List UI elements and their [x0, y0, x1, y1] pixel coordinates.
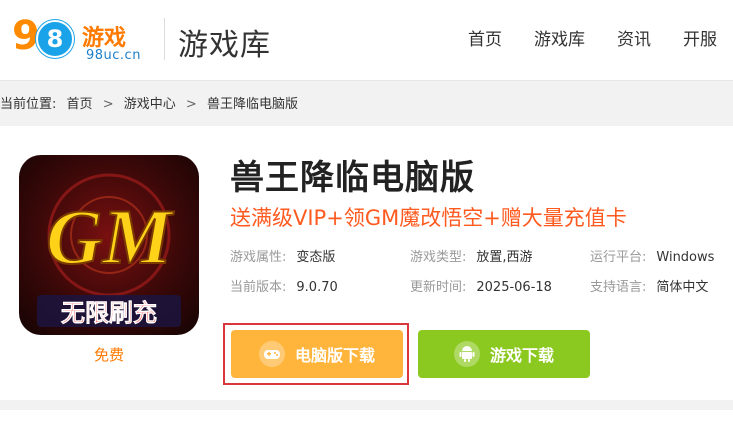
game-app-icon: GM 无限刷充 [19, 155, 199, 335]
attribute-update-time: 更新时间: 2025-06-18 [410, 280, 552, 295]
breadcrumb-prefix: 当前位置: [0, 97, 57, 112]
promo-text: 送满级VIP+领GM魔改悟空+赠大量充值卡 [230, 206, 627, 230]
attribute-game-type: 游戏类型: 放置,西游 [410, 250, 533, 265]
price-label: 免费 [93, 346, 124, 364]
breadcrumb-separator: > [185, 97, 197, 112]
breadcrumb: 当前位置: 首页 > 游戏中心 > 兽王降临电脑版 [0, 93, 304, 112]
attribute-platform: 运行平台: Windows [590, 250, 715, 265]
icon-banner-text: 无限刷充 [61, 299, 157, 327]
attribute-row: 当前版本: 9.0.70 更新时间: 2025-06-18 支持语言: 简体中文 [230, 276, 730, 306]
main-nav: 首页 游戏库 资讯 开服 [452, 0, 733, 80]
attribute-row: 游戏属性: 变态版 游戏类型: 放置,西游 运行平台: Windows [230, 246, 730, 276]
breadcrumb-home[interactable]: 首页 [67, 97, 93, 112]
page-section-title: 游戏库 [178, 28, 271, 63]
nav-game-library[interactable]: 游戏库 [518, 0, 601, 80]
next-section-card [0, 410, 733, 441]
header-divider [164, 18, 165, 60]
logo-domain: 98uc.cn [86, 48, 141, 63]
game-download-label: 游戏下载 [489, 346, 554, 365]
site-logo[interactable]: 9 8 游戏 98uc.cn [12, 12, 162, 68]
game-attributes: 游戏属性: 变态版 游戏类型: 放置,西游 运行平台: Windows 当前版本: 9.… [230, 246, 730, 306]
attribute-game-property: 游戏属性: 变态版 [230, 250, 336, 265]
breadcrumb-game-center[interactable]: 游戏中心 [124, 97, 176, 112]
icon-gm-text: GM [46, 193, 174, 280]
android-icon [453, 341, 480, 367]
attribute-version: 当前版本: 9.0.70 [230, 280, 338, 295]
site-header: 9 8 游戏 98uc.cn 游戏库 首页 游戏库 资讯 开服 [0, 0, 733, 81]
logo-mark-8: 8 [36, 20, 74, 58]
game-detail-card: GM 无限刷充 免费 兽王降临电脑版 送满级VIP+领GM魔改悟空+赠大量充值卡… [0, 126, 733, 400]
attribute-language: 支持语言: 简体中文 [590, 280, 709, 295]
breadcrumb-separator: > [102, 97, 114, 112]
game-title: 兽王降临电脑版 [230, 158, 475, 198]
breadcrumb-current[interactable]: 兽王降临电脑版 [207, 97, 298, 112]
highlight-frame [223, 323, 409, 385]
nav-servers[interactable]: 开服 [667, 0, 733, 80]
nav-news[interactable]: 资讯 [601, 0, 667, 80]
game-download-button[interactable]: 游戏下载 [418, 330, 590, 378]
nav-home[interactable]: 首页 [452, 0, 518, 80]
